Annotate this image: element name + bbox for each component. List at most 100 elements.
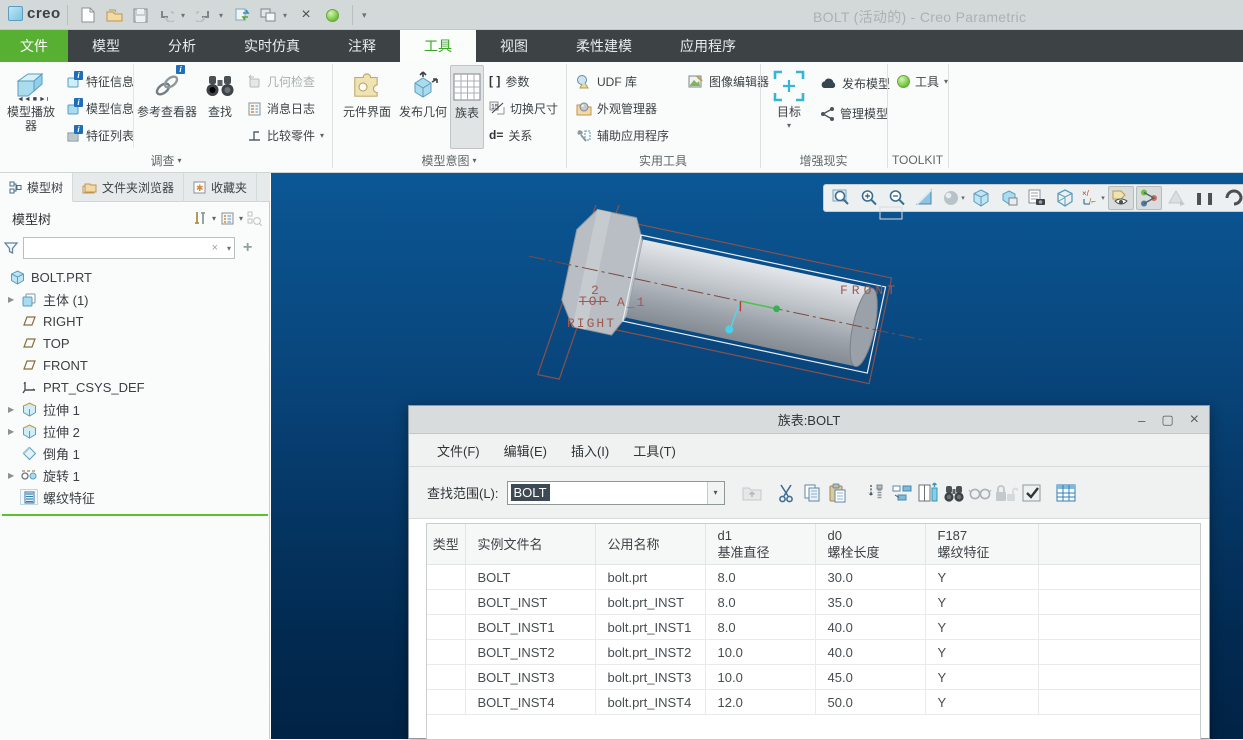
window-dropdown[interactable]: ▾ [283, 11, 291, 20]
open-file-button[interactable] [103, 4, 125, 26]
switch-dimensions-button[interactable]: 15 切换尺寸 [489, 97, 558, 119]
regenerate-button[interactable] [231, 4, 253, 26]
tree-item-csys[interactable]: PRT_CSYS_DEF [0, 376, 270, 398]
saved-orientations-button[interactable] [996, 186, 1022, 210]
paste-button[interactable] [825, 480, 851, 506]
tree-filter-input[interactable] [28, 241, 208, 255]
tab-favorites[interactable]: ✱ 收藏夹 [184, 173, 257, 202]
group-label-model-intent[interactable]: 模型意图▾ [332, 150, 566, 170]
dialog-menu-file[interactable]: 文件(F) [427, 437, 490, 464]
save-button[interactable] [129, 4, 151, 26]
feature-list-button[interactable]: i 特征列表 [66, 124, 134, 146]
tree-item-part[interactable]: BOLT.PRT [0, 266, 270, 288]
table-row[interactable]: BOLT_INST4 bolt.prt_INST4 12.0 50.0 Y [427, 690, 1200, 715]
table-row[interactable]: BOLT_INST2 bolt.prt_INST2 10.0 40.0 Y [427, 640, 1200, 665]
tab-folder-browser[interactable]: 文件夹浏览器 [73, 173, 184, 202]
tree-item-revolve-1[interactable]: ▶ 旋转 1 [0, 464, 270, 486]
insert-instance-button[interactable] [863, 480, 889, 506]
family-table[interactable]: 类型 实例文件名 公用名称 d1基准直径 d0螺栓长度 F187螺纹特征 BOL… [427, 524, 1200, 715]
tree-item-top-plane[interactable]: TOP [0, 332, 270, 354]
view-manager-button[interactable] [1024, 186, 1050, 210]
tree-item-chamfer-1[interactable]: 倒角 1 [0, 442, 270, 464]
tree-item-front-plane[interactable]: FRONT [0, 354, 270, 376]
dialog-menu-tools[interactable]: 工具(T) [623, 437, 686, 464]
udf-library-button[interactable]: UDF 库 [576, 70, 637, 92]
filter-add-button[interactable]: + [243, 239, 252, 257]
tree-item-extrude-1[interactable]: ▶ 拉伸 1 [0, 398, 270, 420]
table-display-button[interactable] [1053, 480, 1079, 506]
tree-item-extrude-2[interactable]: ▶ 拉伸 2 [0, 420, 270, 442]
filter-dropdown[interactable]: ▾ [227, 244, 231, 253]
tab-realtime-simulation[interactable]: 实时仿真 [220, 30, 324, 62]
tab-view[interactable]: 视图 [476, 30, 552, 62]
customize-quickbar-dropdown[interactable]: ▾ [362, 10, 370, 21]
tab-applications[interactable]: 应用程序 [656, 30, 760, 62]
tree-search-button[interactable] [247, 211, 262, 226]
redo-dropdown[interactable]: ▾ [219, 11, 227, 20]
message-log-button[interactable]: 消息日志 [247, 97, 315, 119]
table-row[interactable]: BOLT_INST1 bolt.prt_INST1 8.0 40.0 Y [427, 615, 1200, 640]
dialog-menu-insert[interactable]: 插入(I) [561, 437, 619, 464]
copy-button[interactable] [799, 480, 825, 506]
perspective-button[interactable] [1052, 186, 1078, 210]
reference-viewer-button[interactable]: i 参考查看器 [137, 65, 197, 149]
redo-button[interactable] [193, 4, 215, 26]
pause-button[interactable]: ❚❚ [1192, 186, 1218, 210]
image-editor-button[interactable]: 图像编辑器 [688, 70, 769, 92]
find-button[interactable]: 查找 [198, 65, 242, 149]
relations-button[interactable]: d= 关系 [489, 124, 532, 146]
tab-flexible-modeling[interactable]: 柔性建模 [552, 30, 656, 62]
dialog-menu-edit[interactable]: 编辑(E) [494, 437, 557, 464]
tab-file[interactable]: 文件 [0, 30, 68, 62]
display-style-button[interactable] [968, 186, 994, 210]
model-info-button[interactable]: i 模型信息 [66, 97, 134, 119]
verify-button[interactable] [1019, 480, 1045, 506]
publish-model-button[interactable]: 发布模型 [820, 72, 890, 94]
tab-analysis[interactable]: 分析 [144, 30, 220, 62]
compare-part-button[interactable]: 比较零件 ▾ [247, 124, 324, 146]
close-window-button[interactable]: × [295, 4, 317, 26]
auxiliary-applications-button[interactable]: 辅助应用程序 [576, 124, 669, 146]
component-interface-button[interactable]: 元件界面 [338, 65, 396, 149]
find-instance-button[interactable] [941, 480, 967, 506]
dialog-minimize-button[interactable]: – [1138, 413, 1145, 428]
tree-item-right-plane[interactable]: RIGHT [0, 310, 270, 332]
shading-style-button[interactable]: ▾ [940, 186, 966, 210]
tree-settings-dropdown[interactable]: ▾ [212, 214, 216, 223]
tab-tools[interactable]: 工具 [400, 30, 476, 62]
display-graph-button[interactable] [1136, 186, 1162, 210]
model-player-button[interactable]: ◄◄ ■ ►► 模型播放器 [2, 65, 60, 149]
table-row[interactable]: BOLT bolt.prt 8.0 30.0 Y [427, 565, 1200, 590]
insert-column-button[interactable] [915, 480, 941, 506]
tree-item-thread-feature[interactable]: 螺纹特征 [0, 486, 270, 508]
group-label-utilities[interactable]: 实用工具 [566, 150, 760, 170]
tab-annotate[interactable]: 注释 [324, 30, 400, 62]
annotation-display-button[interactable] [1108, 186, 1134, 210]
tab-model-tree[interactable]: 模型树 [0, 173, 73, 202]
dialog-maximize-button[interactable]: ▢ [1161, 412, 1173, 428]
parameters-button[interactable]: [ ] 参数 [489, 70, 529, 92]
manage-models-button[interactable]: 管理模型 [820, 102, 888, 124]
find-scope-dropdown[interactable]: ▾ [707, 482, 724, 504]
window-switch-button[interactable] [257, 4, 279, 26]
tab-model[interactable]: 模型 [68, 30, 144, 62]
tree-item-body[interactable]: ▶ 主体 (1) [0, 288, 270, 310]
new-file-button[interactable] [77, 4, 99, 26]
spin-center-button[interactable] [1220, 186, 1243, 210]
filter-clear-icon[interactable]: × [212, 242, 218, 254]
table-row[interactable]: BOLT_INST bolt.prt_INST 8.0 35.0 Y [427, 590, 1200, 615]
ar-target-button[interactable]: 目标 ▾ [764, 65, 814, 149]
datum-display-button[interactable]: ×//⌐▾ [1080, 186, 1106, 210]
tree-filters-dropdown[interactable]: ▾ [239, 214, 243, 223]
undo-dropdown[interactable]: ▾ [181, 11, 189, 20]
tree-filters-button[interactable] [220, 211, 235, 226]
insert-row-pattern-button[interactable] [889, 480, 915, 506]
group-label-investigate[interactable]: 调查▾ [0, 150, 332, 170]
undo-button[interactable] [155, 4, 177, 26]
tree-settings-button[interactable] [193, 211, 208, 226]
publish-geometry-button[interactable]: 发布几何 [397, 65, 449, 149]
toolkit-tools-button[interactable]: 工具 ▾ [897, 70, 948, 92]
dialog-close-button[interactable]: × [1190, 411, 1199, 429]
cut-button[interactable] [773, 480, 799, 506]
table-row[interactable]: BOLT_INST3 bolt.prt_INST3 10.0 45.0 Y [427, 665, 1200, 690]
